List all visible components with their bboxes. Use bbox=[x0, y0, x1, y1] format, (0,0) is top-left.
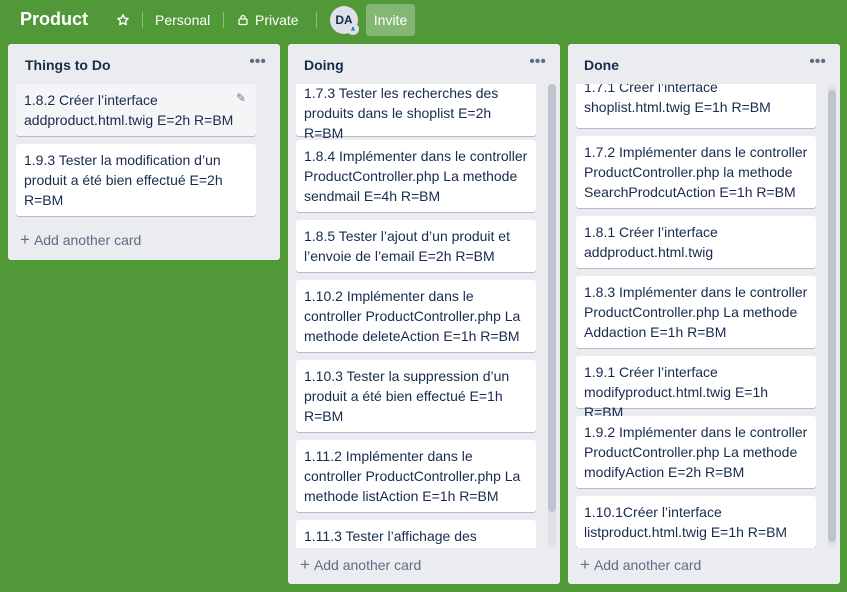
privacy-button[interactable]: Private bbox=[237, 8, 299, 32]
card[interactable]: 1.7.1 Créer l’interface shoplist.html.tw… bbox=[576, 84, 816, 128]
list-done: Done ••• 1.7.1 Créer l’interface shoplis… bbox=[568, 44, 840, 584]
list-title[interactable]: Things to Do bbox=[25, 57, 111, 73]
header-divider bbox=[316, 12, 317, 28]
card[interactable]: 1.8.2 Créer l’interface addproduct.html.… bbox=[16, 84, 256, 136]
card-title: 1.11.3 Tester l’affichage des produits bbox=[304, 528, 477, 544]
card-title: 1.8.5 Tester l’ajout d’un produit et l’e… bbox=[304, 228, 510, 264]
add-card-button[interactable]: + Add another card bbox=[300, 555, 422, 574]
scrollbar-thumb[interactable] bbox=[548, 84, 556, 512]
list-doing: Doing ••• 1.7.3 Tester les recherches de… bbox=[288, 44, 560, 584]
add-card-button[interactable]: + Add another card bbox=[580, 555, 702, 574]
card-title: 1.7.3 Tester les recherches des produits… bbox=[304, 85, 499, 141]
list-title[interactable]: Done bbox=[584, 57, 619, 73]
plus-icon: + bbox=[20, 230, 30, 249]
more-horizontal-icon[interactable]: ••• bbox=[249, 54, 266, 70]
more-horizontal-icon[interactable]: ••• bbox=[529, 54, 546, 70]
card[interactable]: 1.10.3 Tester la suppression d’un produi… bbox=[296, 360, 536, 432]
scrollbar-thumb[interactable] bbox=[828, 90, 836, 542]
card-title: 1.10.2 Implémenter dans le controller Pr… bbox=[304, 288, 521, 344]
card-title: 1.7.2 Implémenter dans le controller Pro… bbox=[584, 144, 808, 200]
card[interactable]: 1.7.2 Implémenter dans le controller Pro… bbox=[576, 136, 816, 208]
add-card-label: Add another card bbox=[593, 557, 702, 573]
card-list: 1.7.3 Tester les recherches des produits… bbox=[288, 84, 560, 548]
card[interactable]: 1.8.5 Tester l’ajout d’un produit et l’e… bbox=[296, 220, 536, 272]
list-header: Things to Do ••• bbox=[8, 44, 280, 84]
board-header: Product Personal Private DA ∧ Invite bbox=[0, 0, 847, 40]
card[interactable]: 1.8.4 Implémenter dans le controller Pro… bbox=[296, 140, 536, 212]
header-divider bbox=[142, 12, 143, 28]
card-title: 1.9.1 Créer l’interface modifyproduct.ht… bbox=[584, 364, 769, 420]
card[interactable]: 1.9.1 Créer l’interface modifyproduct.ht… bbox=[576, 356, 816, 420]
privacy-label: Private bbox=[255, 12, 299, 28]
card-title: 1.9.2 Implémenter dans le controller Pro… bbox=[584, 424, 808, 480]
plus-icon: + bbox=[580, 555, 590, 574]
add-card-label: Add another card bbox=[313, 557, 422, 573]
card-title: 1.8.1 Créer l’interface addproduct.html.… bbox=[584, 224, 718, 260]
add-card-label: Add another card bbox=[33, 232, 142, 248]
card[interactable]: 1.8.1 Créer l’interface addproduct.html.… bbox=[576, 216, 816, 268]
card[interactable]: 1.11.3 Tester l’affichage des produits bbox=[296, 520, 536, 548]
star-button[interactable] bbox=[112, 8, 134, 32]
card[interactable]: 1.10.2 Implémenter dans le controller Pr… bbox=[296, 280, 536, 352]
card[interactable]: 1.11.2 Implémenter dans le controller Pr… bbox=[296, 440, 536, 512]
card-list: 1.8.2 Créer l’interface addproduct.html.… bbox=[8, 84, 280, 220]
lock-icon bbox=[238, 14, 248, 26]
pencil-icon[interactable]: ✎ bbox=[234, 91, 248, 105]
card[interactable]: 1.7.3 Tester les recherches des produits… bbox=[296, 84, 536, 141]
card[interactable]: 1.8.3 Implémenter dans le controller Pro… bbox=[576, 276, 816, 348]
card-title: 1.10.3 Tester la suppression d’un produi… bbox=[304, 368, 510, 424]
list-title[interactable]: Doing bbox=[304, 57, 344, 73]
header-divider bbox=[223, 12, 224, 28]
member-avatar[interactable]: DA ∧ bbox=[330, 6, 359, 35]
team-visibility-button[interactable]: Personal bbox=[155, 8, 210, 32]
card-title: 1.11.2 Implémenter dans le controller Pr… bbox=[304, 448, 521, 504]
card[interactable]: 1.9.3 Tester la modification d’un produi… bbox=[16, 144, 256, 216]
star-icon bbox=[117, 14, 129, 26]
board-title[interactable]: Product bbox=[20, 9, 88, 30]
add-card-button[interactable]: + Add another card bbox=[20, 230, 142, 249]
invite-button[interactable]: Invite bbox=[366, 4, 415, 36]
list-header: Done ••• bbox=[568, 44, 840, 84]
scrollbar[interactable] bbox=[828, 84, 836, 548]
card[interactable]: 1.9.2 Implémenter dans le controller Pro… bbox=[576, 416, 816, 488]
list-header: Doing ••• bbox=[288, 44, 560, 84]
card-title: 1.8.2 Créer l’interface addproduct.html.… bbox=[24, 92, 234, 128]
card-list: 1.7.1 Créer l’interface shoplist.html.tw… bbox=[568, 84, 840, 548]
list-things-to-do: Things to Do ••• 1.8.2 Créer l’interface… bbox=[8, 44, 280, 260]
plus-icon: + bbox=[300, 555, 310, 574]
card-title: 1.8.3 Implémenter dans le controller Pro… bbox=[584, 284, 808, 340]
card-title: 1.7.1 Créer l’interface shoplist.html.tw… bbox=[584, 84, 771, 115]
card-title: 1.10.1Créer l’interface listproduct.html… bbox=[584, 504, 788, 540]
admin-chevron-icon: ∧ bbox=[347, 23, 359, 35]
card[interactable]: 1.10.1Créer l’interface listproduct.html… bbox=[576, 496, 816, 548]
card-title: 1.8.4 Implémenter dans le controller Pro… bbox=[304, 148, 528, 204]
card-title: 1.9.3 Tester la modification d’un produi… bbox=[24, 152, 223, 208]
more-horizontal-icon[interactable]: ••• bbox=[809, 54, 826, 70]
team-visibility-label: Personal bbox=[155, 12, 211, 28]
scrollbar[interactable] bbox=[548, 84, 556, 548]
